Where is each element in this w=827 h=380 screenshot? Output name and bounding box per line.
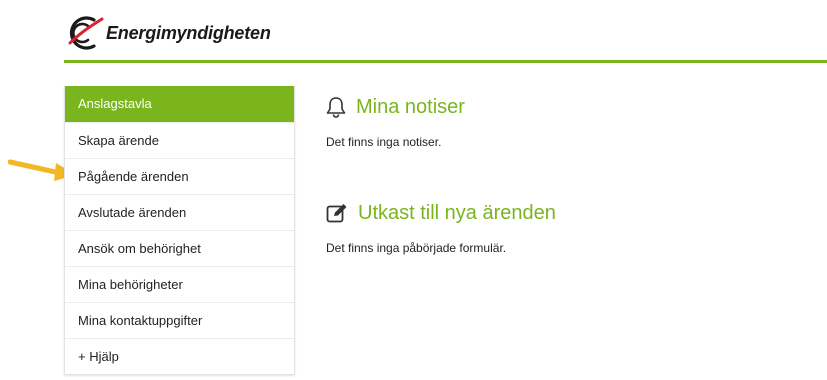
logo[interactable]: Energimyndigheten [64, 12, 271, 54]
sidebar-item-skapa-arende[interactable]: Skapa ärende [65, 122, 294, 158]
edit-icon [326, 204, 347, 223]
energimyndigheten-logo-icon [68, 16, 104, 50]
sidebar-item-hjalp[interactable]: + Hjälp [65, 338, 294, 374]
drafts-empty-text: Det finns inga påbörjade formulär. [326, 241, 507, 255]
notices-section: Mina notiser Det finns inga notiser. [326, 92, 806, 150]
notices-heading: Mina notiser [356, 95, 465, 118]
header: Energimyndigheten [0, 0, 827, 66]
drafts-title: Utkast till nya ärenden [326, 198, 806, 228]
sidebar-item-anslagstavla[interactable]: Anslagstavla [65, 86, 294, 122]
notices-title: Mina notiser [326, 92, 806, 122]
bell-icon [326, 97, 346, 118]
sidebar-nav: Anslagstavla Skapa ärende Pågående ärend… [64, 86, 295, 375]
header-divider [64, 60, 827, 63]
main-content: Mina notiser Det finns inga notiser. Utk… [326, 92, 806, 256]
sidebar-item-mina-kontaktuppgifter[interactable]: Mina kontaktuppgifter [65, 302, 294, 338]
sidebar-item-pagaende-arenden[interactable]: Pågående ärenden [65, 158, 294, 194]
notices-empty-text: Det finns inga notiser. [326, 135, 442, 149]
drafts-heading: Utkast till nya ärenden [358, 201, 556, 224]
sidebar-item-ansok-om-behorighet[interactable]: Ansök om behörighet [65, 230, 294, 266]
sidebar-item-mina-behorigheter[interactable]: Mina behörigheter [65, 266, 294, 302]
sidebar-item-avslutade-arenden[interactable]: Avslutade ärenden [65, 194, 294, 230]
logo-text: Energimyndigheten [106, 22, 271, 43]
drafts-section: Utkast till nya ärenden Det finns inga p… [326, 198, 806, 256]
